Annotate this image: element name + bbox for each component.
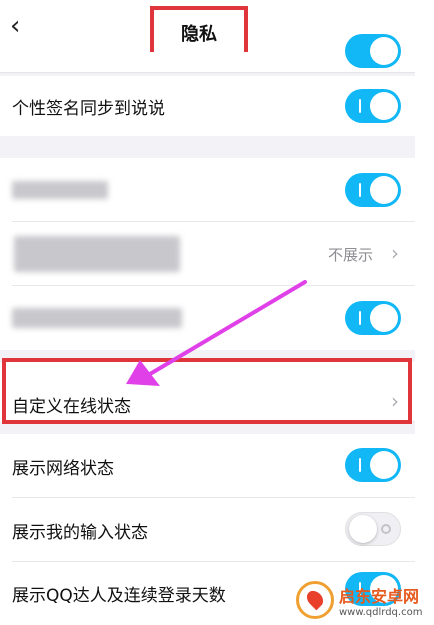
privacy-settings-page: ‹ 隐私 个性签名同步到说说 不展示 › 自定义在线状态 › 展示网络状态 展示… <box>0 0 415 625</box>
watermark-name: 启东安卓网 <box>339 586 420 606</box>
watermark: 启东安卓网 www.qdlrdq.com <box>296 575 434 625</box>
watermark-logo-icon <box>296 581 334 619</box>
watermark-url: www.qdlrdq.com <box>339 606 423 618</box>
annotation-arrow <box>126 280 307 386</box>
screen-edge <box>415 0 434 625</box>
